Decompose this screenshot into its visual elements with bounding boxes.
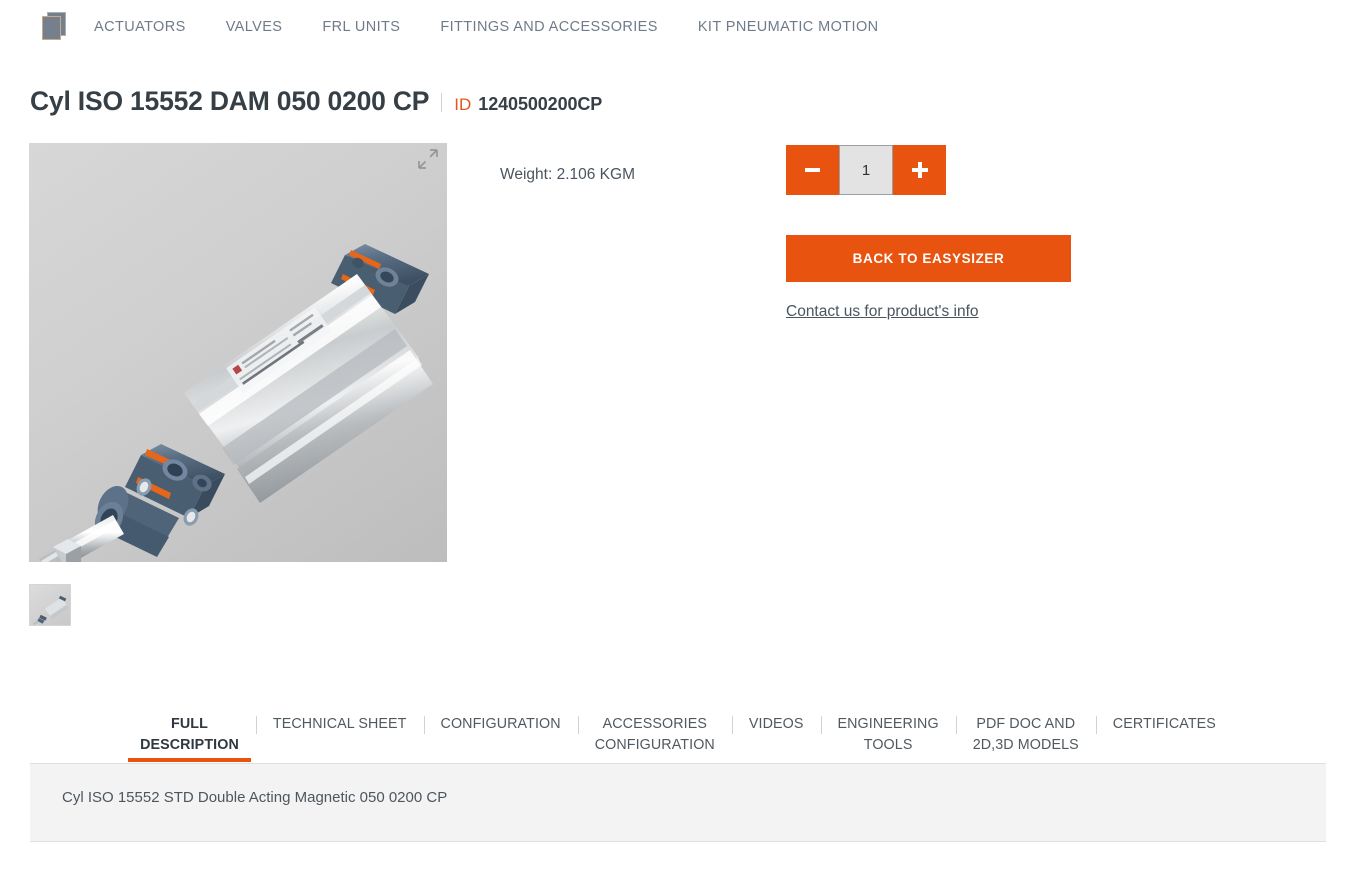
tab-videos[interactable]: VIDEOS xyxy=(731,706,821,735)
product-id-value: 1240500200CP xyxy=(478,94,603,114)
page-title-row: Cyl ISO 15552 DAM 050 0200 CP ID 1240500… xyxy=(30,86,602,117)
tab-label-line1: TECHNICAL SHEET xyxy=(272,716,407,732)
tab-pdf-doc-and-models[interactable]: PDF DOC AND 2D,3D MODELS xyxy=(955,706,1096,756)
nav-item-kit-pneumatic-motion[interactable]: KIT PNEUMATIC MOTION xyxy=(698,13,879,41)
minus-icon xyxy=(805,168,820,172)
tab-label-line1: PDF DOC AND xyxy=(976,716,1076,732)
thumbnail-strip xyxy=(29,584,71,626)
tab-label-line2: 2D,3D MODELS xyxy=(972,737,1079,753)
tab-label-line1: FULL xyxy=(171,716,208,732)
quantity-input[interactable] xyxy=(839,145,893,195)
description-panel: Cyl ISO 15552 STD Double Acting Magnetic… xyxy=(30,763,1326,842)
page-title: Cyl ISO 15552 DAM 050 0200 CP xyxy=(30,86,430,116)
tab-engineering-tools[interactable]: ENGINEERING TOOLS xyxy=(820,706,956,756)
tab-label-line1: CONFIGURATION xyxy=(440,716,561,732)
nav-item-frl-units[interactable]: FRL UNITS xyxy=(322,13,400,41)
product-id-label: ID xyxy=(454,95,472,114)
plus-icon xyxy=(911,162,928,178)
tab-configuration[interactable]: CONFIGURATION xyxy=(423,706,578,735)
pneumatic-cylinder-illustration xyxy=(39,244,433,562)
tab-label-line2: TOOLS xyxy=(863,737,913,753)
tab-label-line2: DESCRIPTION xyxy=(140,737,239,753)
nav-item-actuators[interactable]: ACTUATORS xyxy=(94,13,186,41)
quantity-stepper xyxy=(786,145,946,195)
product-weight: Weight: 2.106 KGM xyxy=(500,166,635,183)
tab-certificates[interactable]: CERTIFICATES xyxy=(1095,706,1233,735)
tab-label-line1: ACCESSORIES xyxy=(602,716,707,732)
layers-icon-front xyxy=(42,16,61,40)
contact-us-link[interactable]: Contact us for product's info xyxy=(786,303,979,321)
main-navigation: ACTUATORS VALVES FRL UNITS FITTINGS AND … xyxy=(0,0,1356,54)
back-to-easysizer-button[interactable]: BACK TO EASYSIZER xyxy=(786,235,1071,282)
tab-technical-sheet[interactable]: TECHNICAL SHEET xyxy=(255,706,424,735)
tab-label-line1: ENGINEERING xyxy=(837,716,939,732)
layers-icon[interactable] xyxy=(42,12,68,42)
product-tabs: FULL DESCRIPTION TECHNICAL SHEET CONFIGU… xyxy=(30,706,1326,762)
product-main-image[interactable] xyxy=(29,143,447,562)
nav-item-valves[interactable]: VALVES xyxy=(226,13,283,41)
expand-arrows-icon[interactable] xyxy=(418,149,438,169)
product-thumbnail-1[interactable] xyxy=(29,584,71,626)
tab-label-line2: CONFIGURATION xyxy=(594,737,715,753)
product-gallery xyxy=(29,143,447,626)
tab-active-indicator xyxy=(128,758,251,762)
pneumatic-cylinder-thumbnail-icon xyxy=(32,595,69,625)
tab-full-description[interactable]: FULL DESCRIPTION xyxy=(123,706,256,762)
tab-accessories-configuration[interactable]: ACCESSORIES CONFIGURATION xyxy=(577,706,732,756)
tab-label-line1: VIDEOS xyxy=(748,716,804,732)
quantity-increase-button[interactable] xyxy=(893,145,946,195)
quantity-decrease-button[interactable] xyxy=(786,145,839,195)
description-text: Cyl ISO 15552 STD Double Acting Magnetic… xyxy=(62,789,448,806)
nav-item-fittings-and-accessories[interactable]: FITTINGS AND ACCESSORIES xyxy=(440,13,657,41)
tab-label-line1: CERTIFICATES xyxy=(1112,716,1216,732)
title-separator xyxy=(441,93,443,112)
